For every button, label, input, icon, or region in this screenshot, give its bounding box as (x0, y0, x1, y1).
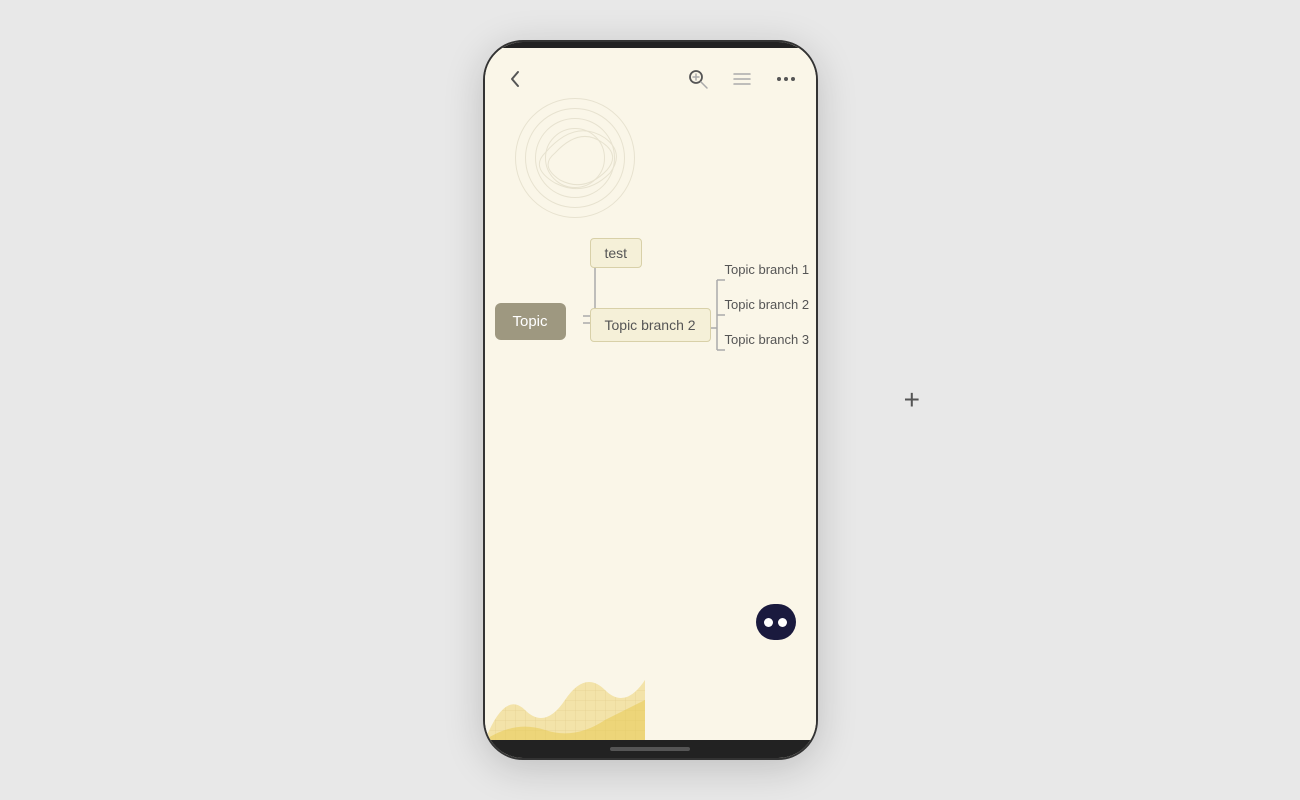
list-icon[interactable] (728, 65, 756, 93)
phone-bottom-bar (485, 740, 816, 758)
canvas-area: Topic test Topic branch 2 Topic branch 1… (485, 48, 816, 740)
toolbar-left (501, 65, 529, 93)
phone-frame: Topic test Topic branch 2 Topic branch 1… (483, 40, 818, 760)
zoom-icon[interactable] (684, 65, 712, 93)
toolbar (485, 54, 816, 104)
back-button[interactable] (501, 65, 529, 93)
test-node[interactable]: test (590, 238, 643, 268)
ai-assistant-button[interactable] (756, 604, 796, 640)
ai-bot-right-eye (778, 618, 787, 627)
stamp-decoration (515, 98, 645, 208)
toolbar-right (684, 65, 800, 93)
add-button[interactable]: + (904, 384, 920, 416)
branch2-child-node[interactable]: Topic branch 2 (725, 297, 810, 312)
branch2-node[interactable]: Topic branch 2 (590, 308, 711, 342)
branch3-child-node[interactable]: Topic branch 3 (725, 332, 810, 347)
ai-bot-eyes (764, 618, 787, 627)
home-indicator (610, 747, 690, 751)
ai-bot-left-eye (764, 618, 773, 627)
branch1-child-node[interactable]: Topic branch 1 (725, 262, 810, 277)
more-options-icon[interactable] (772, 65, 800, 93)
blob-decoration (485, 610, 645, 740)
topic-node[interactable]: Topic (495, 303, 566, 340)
